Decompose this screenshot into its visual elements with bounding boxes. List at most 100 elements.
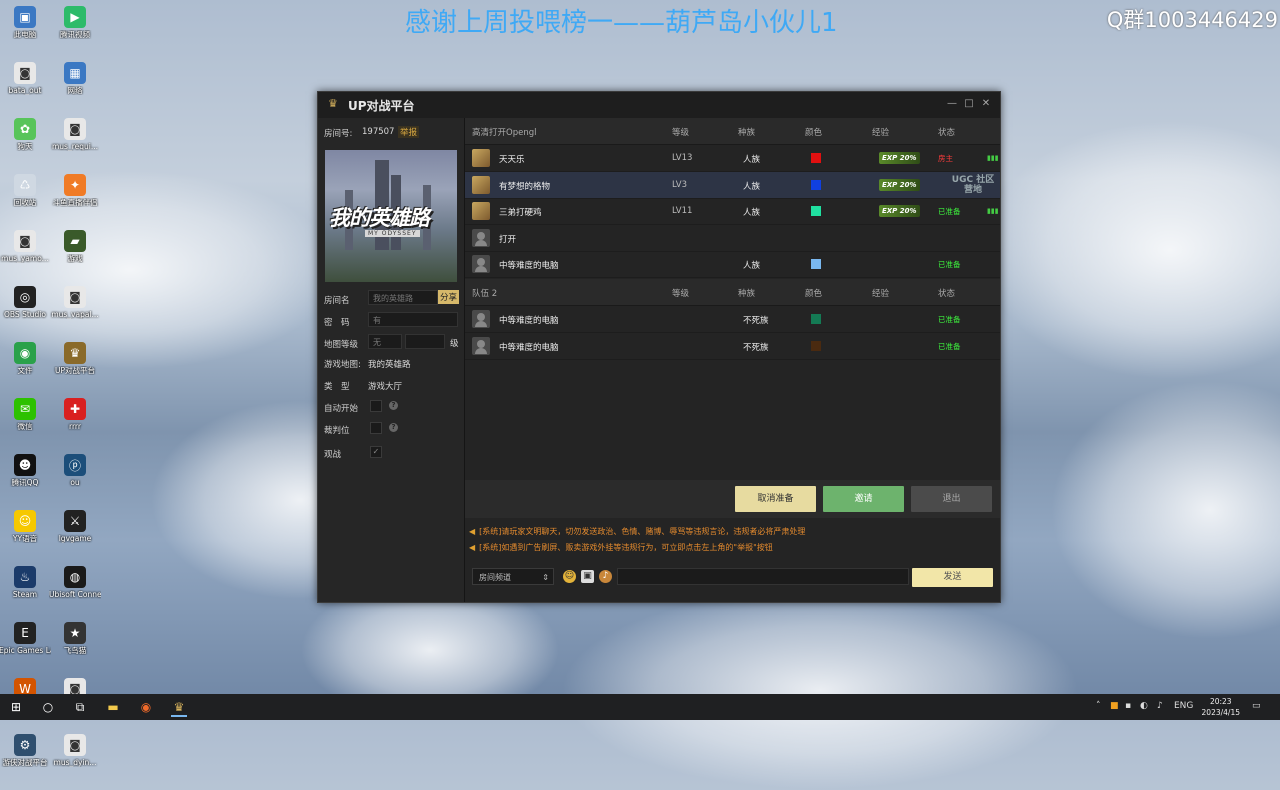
- room-number-label: 房间号:: [324, 129, 353, 139]
- tray-app-icon[interactable]: ■: [1110, 701, 1119, 711]
- map-level-select[interactable]: 无: [368, 334, 402, 349]
- up-platform-icon: ♛: [64, 342, 86, 364]
- tray-app-icon[interactable]: ▪: [1125, 701, 1131, 711]
- help-icon[interactable]: ?: [389, 401, 398, 410]
- windows-start-icon[interactable]: ⊞: [8, 699, 24, 715]
- image-icon[interactable]: ▣: [581, 570, 594, 583]
- maximize-icon[interactable]: □: [963, 98, 975, 110]
- signal-icon: ▮▮▮: [987, 154, 999, 162]
- cancel-ready-button[interactable]: 取消准备: [735, 486, 816, 512]
- recycle-bin-icon: ♺: [14, 174, 36, 196]
- desktop-icon[interactable]: E Epic Games Launcher: [0, 622, 51, 655]
- player-slot[interactable]: 有梦想的格物 LV3 人族 EXP 20% UGC 社区营地: [465, 171, 1000, 199]
- up-platform-taskbar-icon[interactable]: ♛: [171, 699, 187, 717]
- desktop-icon[interactable]: ◙ bata_out: [0, 62, 51, 95]
- share-button[interactable]: 分享: [438, 290, 460, 304]
- player-color-swatch[interactable]: [811, 314, 821, 324]
- level-suffix: 级: [450, 339, 459, 349]
- player-race[interactable]: 人族: [743, 206, 760, 218]
- tray-chevron-icon[interactable]: ˄: [1096, 701, 1101, 711]
- ugc-badge: UGC 社区营地: [951, 174, 995, 195]
- desktop-icon[interactable]: ⓟ ou: [49, 454, 101, 487]
- emoji-icon[interactable]: ☺: [563, 570, 576, 583]
- player-color-swatch[interactable]: [811, 153, 821, 163]
- clock-date: 2023/4/15: [1201, 708, 1240, 717]
- desktop-icon[interactable]: ✚ rrrr: [49, 398, 101, 431]
- task-view-icon[interactable]: ⧉: [72, 699, 88, 715]
- close-icon[interactable]: ✕: [980, 98, 992, 110]
- desktop-icon[interactable]: ◙ mus_dyin...: [49, 734, 101, 767]
- player-race[interactable]: 不死族: [743, 314, 769, 326]
- desktop-icon[interactable]: ♨ Steam: [0, 566, 51, 599]
- minimize-icon[interactable]: —: [946, 98, 958, 110]
- player-slot[interactable]: 三弟打硬鸡 LV11 人族 EXP 20% 已准备 ▮▮▮: [465, 198, 1000, 226]
- player-slot[interactable]: 打开: [465, 225, 1000, 252]
- desktop-icon[interactable]: ⚙ 游侠对战平台: [0, 734, 51, 767]
- player-slot[interactable]: 中等难度的电脑 不死族 已准备: [465, 306, 1000, 333]
- player-race[interactable]: 人族: [743, 259, 760, 271]
- player-slot[interactable]: 中等难度的电脑 不死族 已准备: [465, 333, 1000, 360]
- system-message: ◀ [系统]请玩家文明聊天，切勿发送政治、色情、赌博、辱骂等违规言论，违规者必将严…: [469, 526, 805, 537]
- gift-icon[interactable]: ♪: [599, 570, 612, 583]
- desktop-icon[interactable]: ◉ 文件: [0, 342, 51, 375]
- referee-checkbox[interactable]: [370, 422, 382, 434]
- team2-header: 队伍 2 等级 种族 颜色 经验 状态: [465, 279, 1000, 306]
- desktop-icon[interactable]: ▦ 网络: [49, 62, 101, 95]
- language-indicator[interactable]: ENG: [1174, 701, 1193, 711]
- player-race[interactable]: 人族: [743, 153, 760, 165]
- room-name-field[interactable]: 我的英雄路: [368, 290, 438, 305]
- chat-input[interactable]: [617, 568, 909, 585]
- player-color-swatch[interactable]: [811, 206, 821, 217]
- desktop-icon[interactable]: ◍ Ubisoft Connect: [49, 566, 101, 599]
- desktop-icon[interactable]: ♛ UP对战平台: [49, 342, 101, 375]
- app-icon: ✿: [14, 118, 36, 140]
- player-color-swatch[interactable]: [811, 179, 821, 190]
- desktop-icon-label: mus_vapal...: [51, 310, 99, 319]
- file-explorer-icon[interactable]: ▬: [105, 699, 121, 715]
- player-color-swatch[interactable]: [811, 259, 821, 270]
- player-slot[interactable]: 中等难度的电脑 人族 已准备: [465, 251, 1000, 279]
- players-panel: 高清打开Opengl 等级 种族 颜色 经验 状态 天天乐 LV13 人族 EXP 2…: [465, 118, 1000, 602]
- notification-icon[interactable]: ▭: [1252, 701, 1261, 711]
- player-color-swatch[interactable]: [811, 340, 821, 351]
- spectate-checkbox[interactable]: ✓: [370, 446, 382, 458]
- desktop-icon[interactable]: ◙ mus_requi...: [49, 118, 101, 151]
- auto-start-checkbox[interactable]: [370, 400, 382, 412]
- desktop-icon[interactable]: ☻ 腾讯QQ: [0, 454, 51, 487]
- search-icon[interactable]: ○: [40, 699, 56, 715]
- player-slot[interactable]: 天天乐 LV13 人族 EXP 20% 房主 ▮▮▮: [465, 145, 1000, 172]
- desktop-icon[interactable]: ▣ 此电脑: [0, 6, 51, 39]
- chrome-icon[interactable]: ◉: [138, 699, 154, 715]
- desktop-icon[interactable]: ◙ mus_yamo...: [0, 230, 51, 263]
- password-field[interactable]: 有: [368, 312, 458, 327]
- desktop-icon[interactable]: ♺ 回收站: [0, 174, 51, 207]
- desktop-icon[interactable]: ▰ 游戏: [49, 230, 101, 263]
- desktop-icon[interactable]: ✦ 斗鱼直播伴侣: [49, 174, 101, 207]
- streaming-app-icon: ✦: [64, 174, 86, 196]
- desktop-icon[interactable]: ★ 飞鸟猫: [49, 622, 101, 655]
- tray-app-icon[interactable]: ◐: [1140, 701, 1148, 711]
- desktop-icon[interactable]: ☺ YY语音: [0, 510, 51, 543]
- desktop-icon[interactable]: ◙ mus_vapal...: [49, 286, 101, 319]
- title-bar[interactable]: ♛ UP对战平台 — □ ✕: [318, 92, 1000, 118]
- yy-icon: ☺: [14, 510, 36, 532]
- desktop-icon-label: 游戏: [67, 254, 83, 263]
- report-button[interactable]: 举报: [398, 126, 420, 138]
- desktop-icon-label: Epic Games Launcher: [0, 646, 51, 655]
- player-race[interactable]: 不死族: [743, 341, 769, 353]
- clock[interactable]: 20:23 2023/4/15: [1202, 696, 1240, 718]
- desktop-icon[interactable]: ▶ 腾讯视频: [49, 6, 101, 39]
- volume-icon[interactable]: ♪: [1157, 701, 1163, 711]
- desktop-icon[interactable]: ✿ 狗天: [0, 118, 51, 151]
- send-button[interactable]: 发送: [912, 568, 993, 587]
- channel-select[interactable]: 房间频道 ⇕: [472, 568, 554, 585]
- desktop-icon[interactable]: ✉ 微信: [0, 398, 51, 431]
- map-level-input[interactable]: [405, 334, 445, 349]
- exit-button[interactable]: 退出: [911, 486, 992, 512]
- help-icon[interactable]: ?: [389, 423, 398, 432]
- auto-start-label: 自动开始: [324, 404, 359, 414]
- player-race[interactable]: 人族: [743, 180, 760, 192]
- desktop-icon[interactable]: ◎ OBS Studio: [0, 286, 51, 319]
- desktop-icon[interactable]: ⚔ lgvgame: [49, 510, 101, 543]
- invite-button[interactable]: 邀请: [823, 486, 904, 512]
